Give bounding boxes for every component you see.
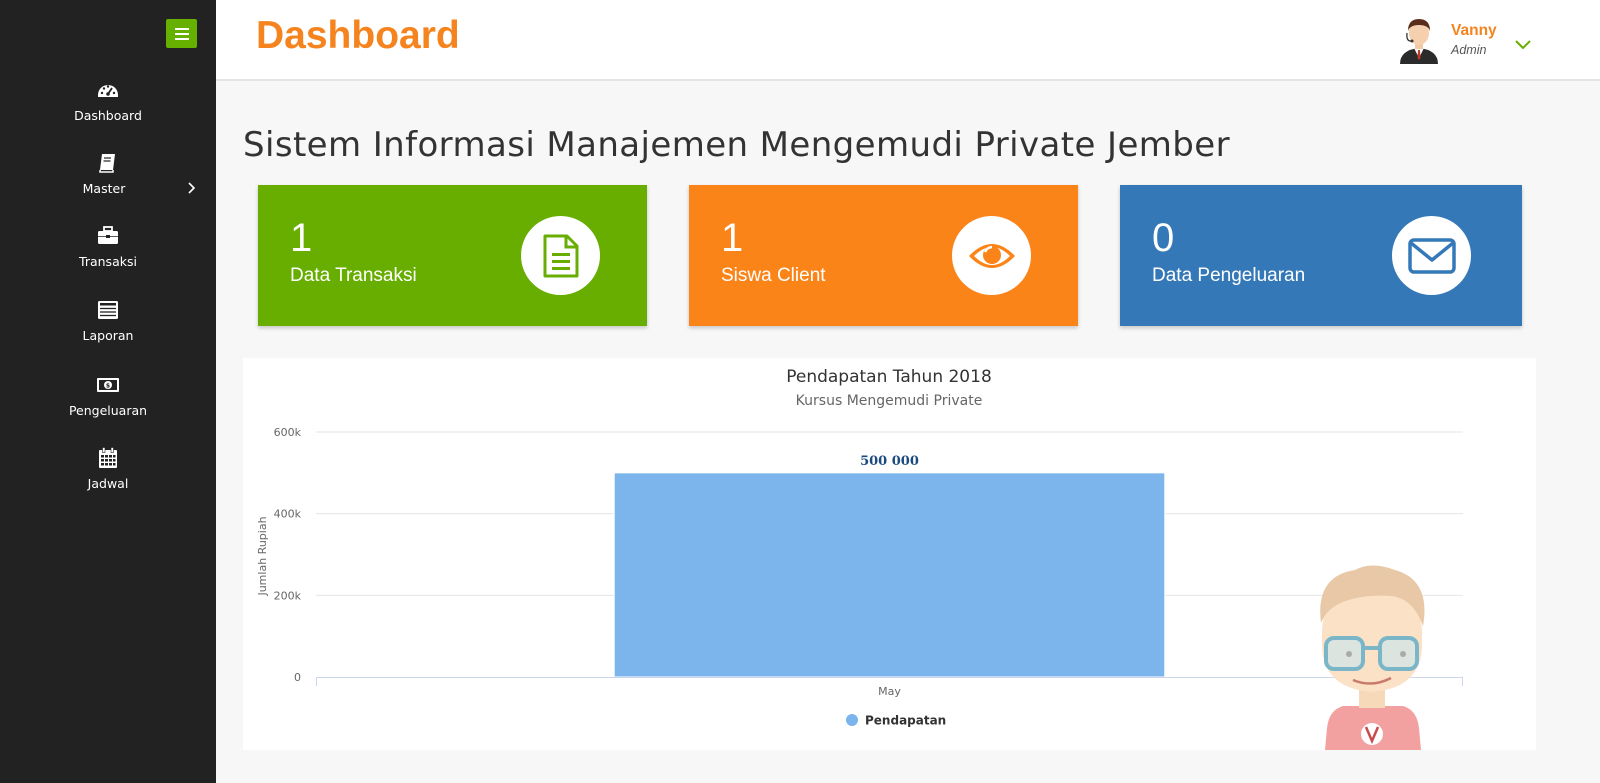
sidebar-item-label: Pengeluaran xyxy=(68,403,148,418)
sidebar: Dashboard Master Transaksi Laporan $ Pen… xyxy=(0,0,216,783)
system-title: Sistem Informasi Manajemen Mengemudi Pri… xyxy=(243,125,1230,165)
book-icon xyxy=(99,154,115,173)
chevron-down-icon[interactable] xyxy=(1514,37,1532,51)
stat-value: 0 xyxy=(1152,216,1175,260)
chart-panel: Pendapatan Tahun 2018 Kursus Mengemudi P… xyxy=(243,358,1536,750)
calendar-icon xyxy=(99,447,117,468)
revenue-chart: Pendapatan Tahun 2018 Kursus Mengemudi P… xyxy=(256,367,1463,750)
page-title: Dashboard xyxy=(256,14,460,57)
stat-card-data-pengeluaran[interactable]: 0 Data Pengeluaran xyxy=(1120,185,1522,326)
stat-icon-circle xyxy=(952,216,1031,295)
stat-label: Data Pengeluaran xyxy=(1152,265,1306,286)
y-tick-label: 0 xyxy=(294,671,301,684)
money-bill-icon: $ xyxy=(97,378,119,392)
chevron-right-icon xyxy=(188,182,196,194)
chart-title: Pendapatan Tahun 2018 xyxy=(786,367,992,387)
stat-label: Siswa Client xyxy=(721,265,826,286)
sidebar-item-label: Master xyxy=(82,181,126,196)
chart-bar[interactable] xyxy=(613,472,1166,678)
sidebar-item-jadwal[interactable]: Jadwal xyxy=(0,446,216,508)
stat-card-data-transaksi[interactable]: 1 Data Transaksi xyxy=(258,185,647,326)
bar-data-label: 500 000 xyxy=(860,454,919,469)
user-role: Admin xyxy=(1451,43,1487,57)
stat-icon-circle xyxy=(521,216,600,295)
briefcase-icon xyxy=(98,226,118,244)
sidebar-item-label: Jadwal xyxy=(87,476,129,491)
svg-text:$: $ xyxy=(106,382,110,389)
sidebar-item-master[interactable]: Master xyxy=(0,151,216,213)
user-name[interactable]: Vanny xyxy=(1451,22,1497,40)
sidebar-item-pengeluaran[interactable]: $ Pengeluaran xyxy=(0,373,216,435)
avatar[interactable] xyxy=(1396,16,1442,64)
x-tick-label: May xyxy=(878,685,901,698)
envelope-icon xyxy=(1407,237,1456,274)
stat-card-siswa-client[interactable]: 1 Siswa Client xyxy=(689,185,1078,326)
eye-icon xyxy=(968,243,1015,268)
dashboard-gauge-icon xyxy=(98,85,118,97)
y-tick-label: 400k xyxy=(274,508,302,521)
sidebar-item-laporan[interactable]: Laporan xyxy=(0,298,216,360)
legend-label[interactable]: Pendapatan xyxy=(865,714,946,728)
sidebar-item-label: Laporan xyxy=(82,328,134,343)
list-icon xyxy=(98,301,118,319)
y-tick-label: 200k xyxy=(274,589,302,602)
sidebar-item-label: Dashboard xyxy=(74,108,142,123)
chart-subtitle: Kursus Mengemudi Private xyxy=(796,393,983,409)
y-axis-label: Jumlah Rupiah xyxy=(256,516,269,596)
sidebar-item-transaksi[interactable]: Transaksi xyxy=(0,224,216,286)
stat-value: 1 xyxy=(290,216,313,260)
top-header: Dashboard Vanny Admin xyxy=(216,0,1600,81)
mascot-illustration xyxy=(1320,565,1425,750)
hamburger-menu-icon[interactable] xyxy=(166,19,197,48)
stat-value: 1 xyxy=(721,216,744,260)
sidebar-item-label: Transaksi xyxy=(79,254,137,269)
legend-marker xyxy=(846,714,858,726)
stat-label: Data Transaksi xyxy=(290,265,417,286)
stat-icon-circle xyxy=(1392,216,1471,295)
sidebar-item-dashboard[interactable]: Dashboard xyxy=(0,78,216,140)
file-document-icon xyxy=(543,234,578,277)
y-tick-label: 600k xyxy=(274,426,302,439)
chart-legend[interactable]: Pendapatan xyxy=(846,714,946,728)
